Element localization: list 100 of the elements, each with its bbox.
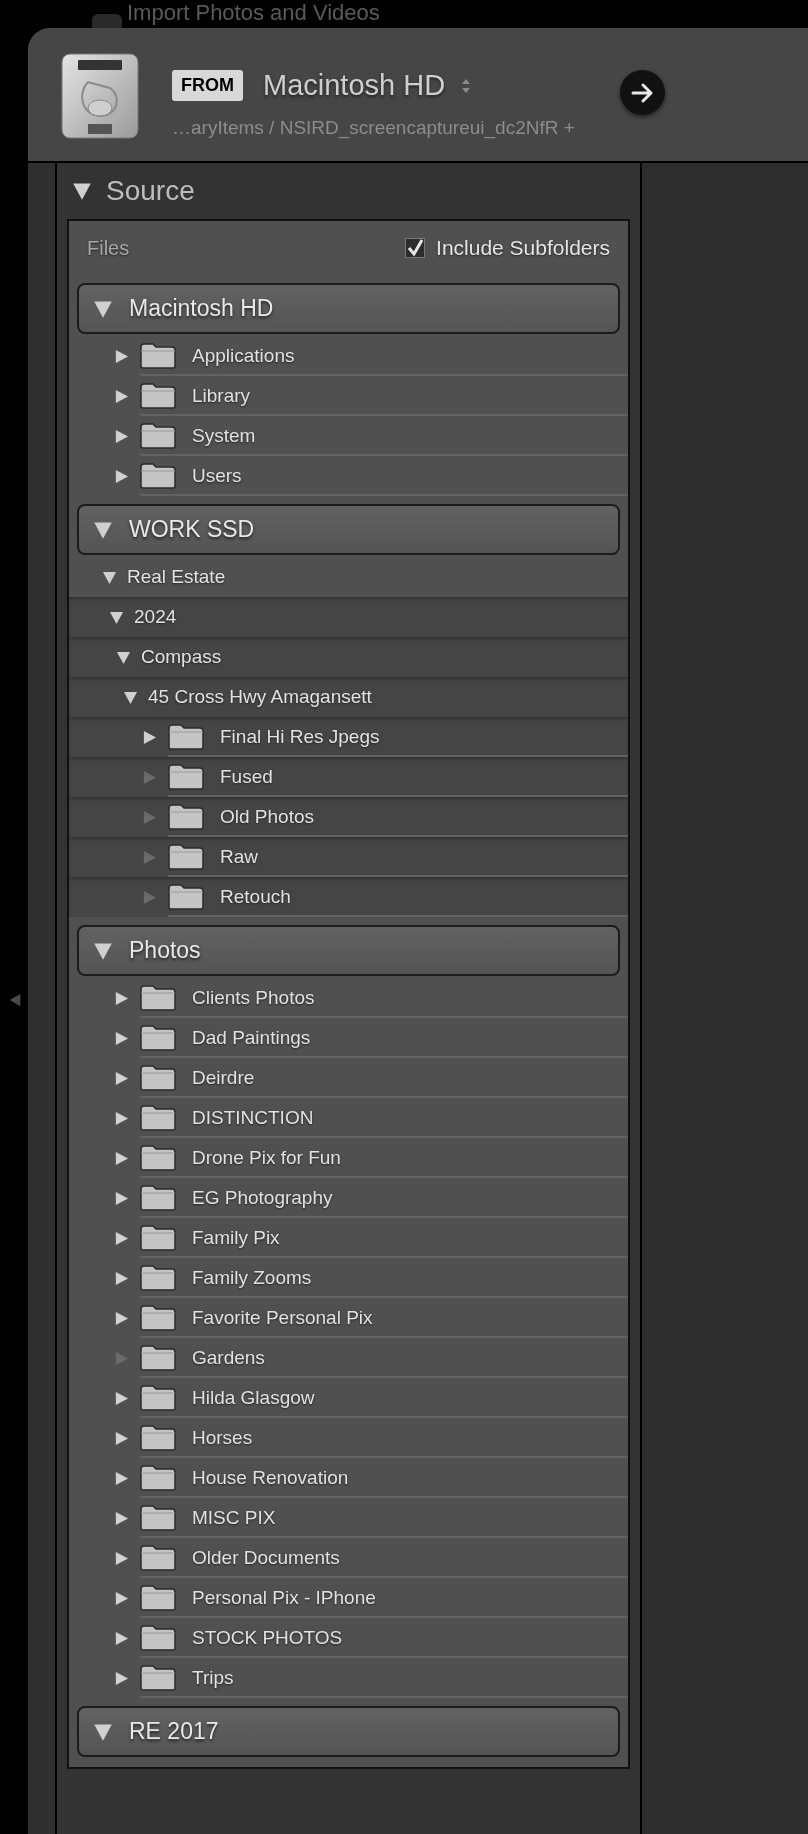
folder-icon <box>168 804 204 830</box>
folder-row[interactable]: Dad Paintings <box>69 1018 628 1058</box>
folder-icon <box>168 764 204 790</box>
disclosure-triangle-icon[interactable] <box>114 388 129 404</box>
disclosure-triangle-icon[interactable] <box>102 569 117 585</box>
folder-icon <box>140 1505 176 1531</box>
disclosure-triangle-icon[interactable] <box>114 990 129 1006</box>
folder-row[interactable]: Trips <box>69 1658 628 1698</box>
disclosure-triangle-icon[interactable] <box>114 1670 129 1686</box>
folder-row[interactable]: Drone Pix for Fun <box>69 1138 628 1178</box>
folder-row[interactable]: Clients Photos <box>69 978 628 1018</box>
disclosure-triangle-icon[interactable] <box>114 1630 129 1646</box>
disclosure-triangle-icon[interactable] <box>114 1510 129 1526</box>
disclosure-triangle-icon[interactable] <box>114 1470 129 1486</box>
folder-icon <box>140 1425 176 1451</box>
folder-icon <box>140 463 176 489</box>
folder-row[interactable]: Compass <box>69 637 628 677</box>
folder-row[interactable]: House Renovation <box>69 1458 628 1498</box>
folder-icon <box>140 383 176 409</box>
folder-row[interactable]: System <box>69 416 628 456</box>
folder-icon <box>140 1025 176 1051</box>
folder-row[interactable]: Deirdre <box>69 1058 628 1098</box>
folder-icon <box>168 884 204 910</box>
folder-row[interactable]: Personal Pix - IPhone <box>69 1578 628 1618</box>
folder-icon <box>140 1465 176 1491</box>
folder-row[interactable]: Old Photos <box>69 797 628 837</box>
disclosure-triangle-icon[interactable] <box>114 1230 129 1246</box>
folder-row[interactable]: Raw <box>69 837 628 877</box>
folder-row[interactable]: Family Zooms <box>69 1258 628 1298</box>
folder-row[interactable]: 2024 <box>69 597 628 637</box>
disclosure-triangle-icon[interactable] <box>114 1150 129 1166</box>
folder-icon <box>140 985 176 1011</box>
folder-icon <box>140 1065 176 1091</box>
folder-icon <box>140 1225 176 1251</box>
disclosure-triangle-icon[interactable] <box>114 1270 129 1286</box>
from-badge: FROM <box>172 70 243 102</box>
folder-row[interactable]: Hilda Glasgow <box>69 1378 628 1418</box>
disclosure-triangle-icon[interactable] <box>116 649 131 665</box>
folder-row[interactable]: MISC PIX <box>69 1498 628 1538</box>
folder-row[interactable]: Real Estate <box>69 557 628 597</box>
folder-row[interactable]: Horses <box>69 1418 628 1458</box>
volume-header[interactable]: WORK SSD <box>77 504 620 555</box>
volume-header[interactable]: Photos <box>77 925 620 976</box>
folder-row[interactable]: Family Pix <box>69 1218 628 1258</box>
checkmark-icon <box>406 239 425 257</box>
disclosure-triangle-icon[interactable] <box>114 1310 129 1326</box>
folder-row[interactable]: Retouch <box>69 877 628 917</box>
volume-header[interactable]: RE 2017 <box>77 1706 620 1757</box>
disclosure-triangle-icon[interactable] <box>114 1030 129 1046</box>
folder-icon <box>168 844 204 870</box>
path-text: …aryItems / NSIRD_screencaptureui_dc2NfR + <box>172 116 575 141</box>
folder-icon <box>140 423 176 449</box>
folder-icon <box>140 1625 176 1651</box>
folder-row[interactable]: Older Documents <box>69 1538 628 1578</box>
folder-row[interactable]: Gardens <box>69 1338 628 1378</box>
disclosure-triangle-icon[interactable] <box>114 1550 129 1566</box>
panel-title: Source <box>106 174 195 208</box>
disclosure-triangle-icon[interactable] <box>114 1390 129 1406</box>
folder-icon <box>140 1305 176 1331</box>
include-subfolders-checkbox[interactable]: Include Subfolders <box>405 232 610 264</box>
hard-drive-icon <box>58 52 142 140</box>
folder-row[interactable]: Users <box>69 456 628 496</box>
window-title: Import Photos and Videos <box>127 1 380 25</box>
folder-row[interactable]: EG Photography <box>69 1178 628 1218</box>
disclosure-triangle-icon[interactable] <box>114 1190 129 1206</box>
folder-row[interactable]: Applications <box>69 336 628 376</box>
folder-icon <box>140 1145 176 1171</box>
folder-row[interactable]: STOCK PHOTOS <box>69 1618 628 1658</box>
arrow-icon <box>630 81 655 104</box>
folder-icon <box>140 1265 176 1291</box>
folder-icon <box>140 1105 176 1131</box>
disclosure-triangle-icon[interactable] <box>72 181 92 201</box>
files-label: Files <box>87 236 130 261</box>
disclosure-triangle-icon[interactable] <box>114 468 129 484</box>
arrow-button[interactable] <box>620 70 665 115</box>
folder-icon <box>140 1545 176 1571</box>
disclosure-triangle-icon[interactable] <box>109 609 124 625</box>
folder-icon <box>140 1665 176 1691</box>
disclosure-triangle-icon[interactable] <box>114 1590 129 1606</box>
folder-row[interactable]: Final Hi Res Jpegs <box>69 717 628 757</box>
disclosure-triangle-icon[interactable] <box>114 1430 129 1446</box>
folder-row[interactable]: Library <box>69 376 628 416</box>
disclosure-triangle-icon[interactable] <box>114 1070 129 1086</box>
folder-icon <box>140 343 176 369</box>
folder-icon <box>140 1345 176 1371</box>
folder-icon <box>140 1185 176 1211</box>
folder-row[interactable]: DISTINCTION <box>69 1098 628 1138</box>
folder-icon <box>140 1385 176 1411</box>
folder-row[interactable]: Fused <box>69 757 628 797</box>
disclosure-triangle-icon[interactable] <box>114 428 129 444</box>
disclosure-triangle-icon[interactable] <box>114 1110 129 1126</box>
disclosure-triangle-icon[interactable] <box>114 348 129 364</box>
disclosure-triangle-icon[interactable] <box>142 729 157 745</box>
volume-header[interactable]: Macintosh HD <box>77 283 620 334</box>
disclosure-triangle-icon[interactable] <box>123 689 138 705</box>
folder-icon <box>140 1585 176 1611</box>
source-dropdown[interactable]: Macintosh HD <box>263 64 472 108</box>
folder-row[interactable]: 45 Cross Hwy Amagansett <box>69 677 628 717</box>
updown-icon <box>461 77 472 94</box>
folder-row[interactable]: Favorite Personal Pix <box>69 1298 628 1338</box>
